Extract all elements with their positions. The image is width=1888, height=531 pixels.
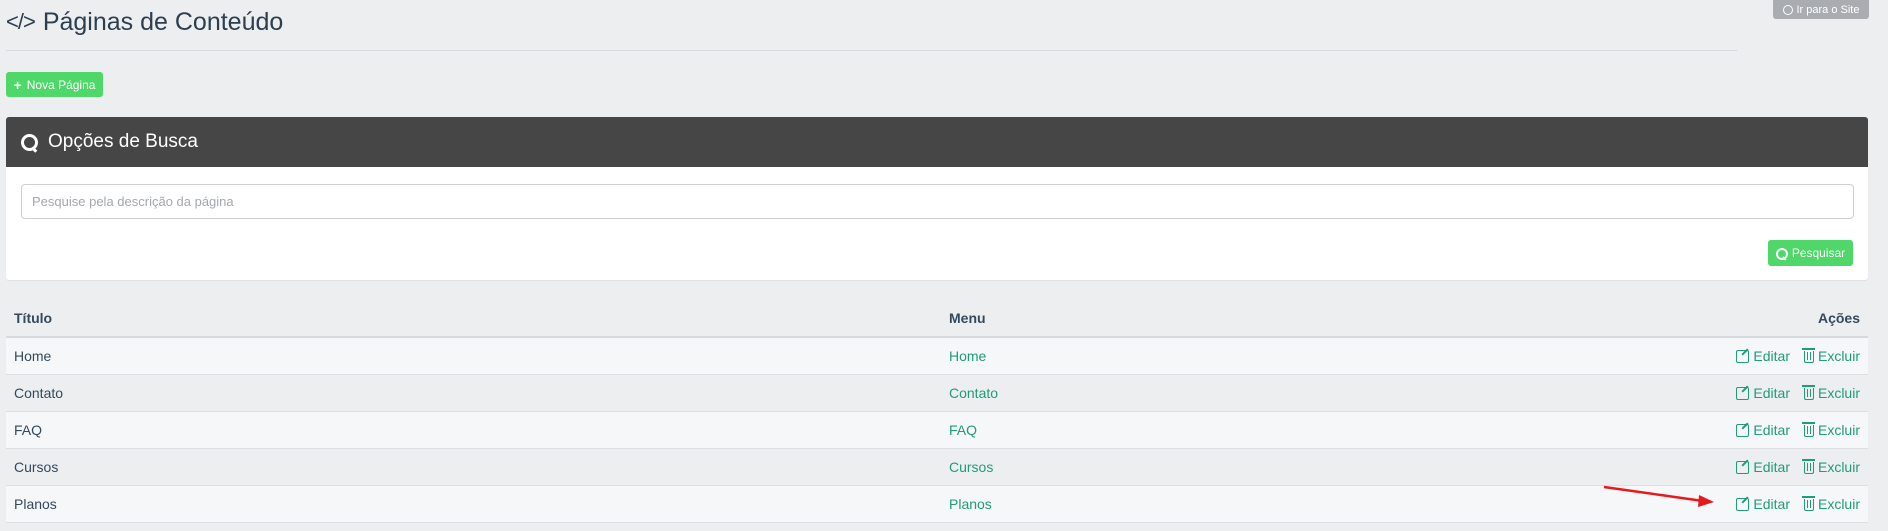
row-title: FAQ — [14, 422, 43, 438]
edit-button[interactable]: Editar — [1736, 459, 1790, 475]
go-to-site-label: Ir para o Site — [1796, 3, 1860, 16]
search-input[interactable] — [21, 184, 1854, 219]
new-page-button[interactable]: + Nova Página — [6, 72, 103, 97]
delete-label: Excluir — [1817, 348, 1860, 364]
table-row: FAQ FAQ Editar Excluir — [6, 412, 1868, 449]
edit-label: Editar — [1753, 348, 1790, 364]
edit-button[interactable]: Editar — [1736, 385, 1790, 401]
table-row: Planos Planos Editar Excluir — [6, 486, 1868, 523]
table-row: Cursos Cursos Editar Excluir — [6, 449, 1868, 486]
go-to-site-button[interactable]: Ir para o Site — [1773, 0, 1869, 19]
delete-button[interactable]: Excluir — [1801, 422, 1860, 438]
edit-icon — [1736, 349, 1750, 363]
column-header-menu: Menu — [949, 309, 986, 326]
edit-label: Editar — [1753, 496, 1790, 512]
page-title-text: Páginas de Conteúdo — [42, 7, 284, 36]
plus-icon: + — [13, 76, 22, 93]
edit-icon — [1736, 497, 1750, 511]
trash-icon — [1801, 422, 1815, 437]
row-title: Cursos — [14, 459, 59, 475]
delete-label: Excluir — [1817, 422, 1860, 438]
header-divider — [6, 50, 1737, 51]
search-panel-title: Opções de Busca — [48, 131, 198, 152]
edit-label: Editar — [1753, 459, 1790, 475]
row-menu-link[interactable]: Contato — [949, 385, 998, 401]
edit-button[interactable]: Editar — [1736, 496, 1790, 512]
page: </> Páginas de Conteúdo Ir para o Site +… — [0, 0, 1888, 531]
row-menu-link[interactable]: Home — [949, 348, 986, 364]
edit-button[interactable]: Editar — [1736, 422, 1790, 438]
arrow-head — [1698, 495, 1714, 507]
delete-label: Excluir — [1817, 459, 1860, 475]
new-page-label: Nova Página — [26, 77, 96, 92]
row-menu-link[interactable]: Planos — [949, 496, 992, 512]
delete-button[interactable]: Excluir — [1801, 496, 1860, 512]
arrow-line — [1603, 485, 1704, 503]
edit-button[interactable]: Editar — [1736, 348, 1790, 364]
table-row: Home Home Editar Excluir — [6, 338, 1868, 375]
page-title: </> Páginas de Conteúdo — [6, 6, 283, 38]
edit-icon — [1736, 386, 1750, 400]
edit-label: Editar — [1753, 422, 1790, 438]
column-header-actions: Ações — [1817, 309, 1860, 326]
search-panel: Opções de Busca Pesquisar — [6, 117, 1868, 280]
search-panel-header: Opções de Busca — [6, 117, 1868, 167]
code-icon: </> — [6, 9, 36, 34]
red-arrow-annotation — [1603, 485, 1714, 507]
search-button-label: Pesquisar — [1791, 246, 1846, 260]
search-icon — [1775, 247, 1788, 260]
edit-label: Editar — [1753, 385, 1790, 401]
trash-icon — [1801, 496, 1815, 511]
search-icon — [21, 133, 38, 151]
delete-label: Excluir — [1817, 385, 1860, 401]
row-title: Contato — [14, 385, 64, 401]
delete-button[interactable]: Excluir — [1801, 348, 1860, 364]
pages-table: Título Menu Ações Home Home Editar Exclu… — [6, 299, 1868, 523]
delete-button[interactable]: Excluir — [1801, 459, 1860, 475]
row-title: Planos — [14, 496, 57, 512]
delete-label: Excluir — [1817, 496, 1860, 512]
trash-icon — [1801, 385, 1815, 400]
table-header: Título Menu Ações — [6, 299, 1868, 338]
table-row: Contato Contato Editar Excluir — [6, 375, 1868, 412]
delete-button[interactable]: Excluir — [1801, 385, 1860, 401]
trash-icon — [1801, 459, 1815, 474]
globe-icon — [1782, 4, 1793, 15]
row-title: Home — [14, 348, 52, 364]
search-button[interactable]: Pesquisar — [1768, 240, 1853, 266]
trash-icon — [1801, 348, 1815, 363]
edit-icon — [1736, 460, 1750, 474]
row-menu-link[interactable]: FAQ — [949, 422, 977, 438]
column-header-title: Título — [14, 309, 53, 326]
edit-icon — [1736, 423, 1750, 437]
row-menu-link[interactable]: Cursos — [949, 459, 993, 475]
